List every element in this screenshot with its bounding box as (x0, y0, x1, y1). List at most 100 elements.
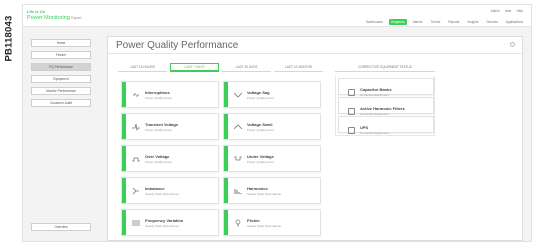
tab-last-24-hours[interactable]: LAST 24 HOURS (118, 63, 167, 72)
status-bar (224, 82, 228, 107)
card-subtitle: Corrective Equipment (360, 131, 389, 135)
card-title: Interruptions (145, 90, 170, 95)
brand-app-name: Power Monitoring Expert (27, 15, 81, 21)
card-subtitle: Power Quality Event (247, 160, 275, 164)
card-subtitle: Steady State Disturbance (145, 192, 180, 196)
sidebar-item-customer-audit[interactable]: Customer Audit (31, 99, 91, 107)
nav-insights[interactable]: Insights (465, 19, 480, 25)
nav-reports[interactable]: Reports (446, 19, 461, 25)
pq-event-column-left: Interruptions Power Quality Event Transi… (121, 81, 219, 236)
tab-last-30-days[interactable]: LAST 30 DAYS (222, 63, 271, 72)
card-transient-voltage[interactable]: Transient Voltage Power Quality Event (121, 113, 219, 140)
card-frequency-variation[interactable]: Frequency Variation Steady State Disturb… (121, 209, 219, 236)
sidebar-item-pq-performance[interactable]: PQ Performance (31, 63, 91, 71)
card-title: Frequency Variation (145, 218, 184, 223)
card-title: Active Harmonic Filters (360, 106, 405, 111)
utility-link-help[interactable]: Help (516, 9, 523, 13)
card-subtitle: Power Quality Event (145, 96, 173, 100)
settings-gear-icon[interactable] (510, 42, 515, 47)
card-interruptions[interactable]: Interruptions Power Quality Event (121, 81, 219, 108)
card-title: Over Voltage (145, 154, 170, 159)
main-navigation: Dashboards Diagrams Alarms Trends Report… (364, 19, 525, 25)
nav-devices[interactable]: Devices (484, 19, 499, 25)
figure-reference-text: PB118043 (3, 15, 15, 61)
time-range-tabs: LAST 24 HOURS LAST 7 DAYS LAST 30 DAYS L… (118, 63, 323, 72)
card-harmonics[interactable]: Harmonics Steady State Disturbance (223, 177, 321, 204)
card-under-voltage[interactable]: Under Voltage Power Quality Event (223, 145, 321, 172)
nav-diagrams[interactable]: Diagrams (388, 19, 407, 25)
card-subtitle: Steady State Disturbance (145, 224, 180, 228)
brand-app-title: Power Monitoring (27, 15, 70, 21)
pq-performance-panel: Power Quality Performance LAST 24 HOURS … (107, 36, 523, 241)
sidebar-item-feeder[interactable]: Feeder (31, 51, 91, 59)
status-bar (122, 178, 126, 203)
under-voltage-icon (234, 155, 242, 163)
brand-tagline: Life Is On (27, 9, 46, 14)
ups-icon (347, 126, 355, 134)
utility-links: Admin User Help (491, 9, 523, 13)
harmonic-filter-icon (347, 107, 355, 115)
card-title: Flicker (247, 218, 260, 223)
card-subtitle: Steady State Disturbance (247, 224, 282, 228)
nav-alarms[interactable]: Alarms (411, 19, 425, 25)
application-window: Life Is On Power Monitoring Expert Admin… (22, 4, 532, 242)
brand-app-suffix: Expert (71, 16, 82, 20)
frequency-icon (132, 219, 140, 227)
card-subtitle: Power Quality Event (145, 160, 173, 164)
sidebar-item-monitor-performance[interactable]: Monitor Performance (31, 87, 91, 95)
card-imbalance[interactable]: Imbalance Steady State Disturbance (121, 177, 219, 204)
utility-link-admin[interactable]: Admin (491, 9, 500, 13)
status-bar (122, 114, 126, 139)
title-divider (108, 53, 522, 54)
card-subtitle: Steady State Disturbance (247, 192, 282, 196)
status-bar (224, 114, 228, 139)
card-title: Transient Voltage (145, 122, 179, 127)
card-title: UPS (360, 125, 369, 130)
status-bar (224, 178, 228, 203)
card-voltage-sag[interactable]: Voltage Sag Power Quality Event (223, 81, 321, 108)
card-subtitle: Power Quality Event (247, 128, 275, 132)
corrective-equipment-column: Capacitor Banks Corrective Equipment Act… (335, 76, 435, 136)
status-bar (224, 146, 228, 171)
card-title: Under Voltage (247, 154, 274, 159)
sag-icon (234, 91, 242, 99)
card-capacitor-banks[interactable]: Capacitor Banks Corrective Equipment (338, 78, 434, 97)
swell-icon (234, 123, 242, 131)
card-subtitle: Power Quality Event (145, 128, 173, 132)
nav-trends[interactable]: Trends (428, 19, 442, 25)
card-flicker[interactable]: Flicker Steady State Disturbance (223, 209, 321, 236)
utility-link-user[interactable]: User (505, 9, 512, 13)
transient-icon (132, 123, 140, 131)
tab-last-12-months[interactable]: LAST 12 MONTHS (274, 63, 323, 72)
card-ups[interactable]: UPS Corrective Equipment (338, 116, 434, 135)
sidebar-item-overview[interactable]: Overview (31, 223, 91, 231)
card-title: Voltage Swell (247, 122, 273, 127)
top-header: Life Is On Power Monitoring Expert Admin… (23, 5, 531, 27)
sidebar-item-home[interactable]: Home (31, 39, 91, 47)
status-bar (122, 210, 126, 235)
page-title: Power Quality Performance (116, 40, 239, 51)
status-bar (122, 82, 126, 107)
card-active-harmonic-filters[interactable]: Active Harmonic Filters Corrective Equip… (338, 97, 434, 116)
card-over-voltage[interactable]: Over Voltage Power Quality Event (121, 145, 219, 172)
card-subtitle: Power Quality Event (247, 96, 275, 100)
sidebar: Home Feeder PQ Performance Equipment Mon… (31, 39, 91, 235)
figure-reference-code: PB118043 (1, 6, 17, 70)
corrective-equipment-header: CORRECTIVE EQUIPMENT STATUS (335, 63, 435, 72)
card-title: Capacitor Banks (360, 87, 392, 92)
status-bar (224, 210, 228, 235)
nav-applications[interactable]: Applications (504, 19, 525, 25)
tab-last-7-days[interactable]: LAST 7 DAYS (170, 63, 219, 72)
card-voltage-swell[interactable]: Voltage Swell Power Quality Event (223, 113, 321, 140)
nav-dashboards[interactable]: Dashboards (364, 19, 385, 25)
sidebar-item-equipment[interactable]: Equipment (31, 75, 91, 83)
imbalance-icon (132, 187, 140, 195)
status-bar (122, 146, 126, 171)
harmonics-icon (234, 187, 242, 195)
interruption-icon (132, 91, 140, 99)
capacitor-bank-icon (347, 88, 355, 96)
card-title: Harmonics (247, 186, 268, 191)
card-title: Voltage Sag (247, 90, 270, 95)
flicker-icon (234, 219, 242, 227)
pq-event-column-middle: Voltage Sag Power Quality Event Voltage … (223, 81, 321, 236)
